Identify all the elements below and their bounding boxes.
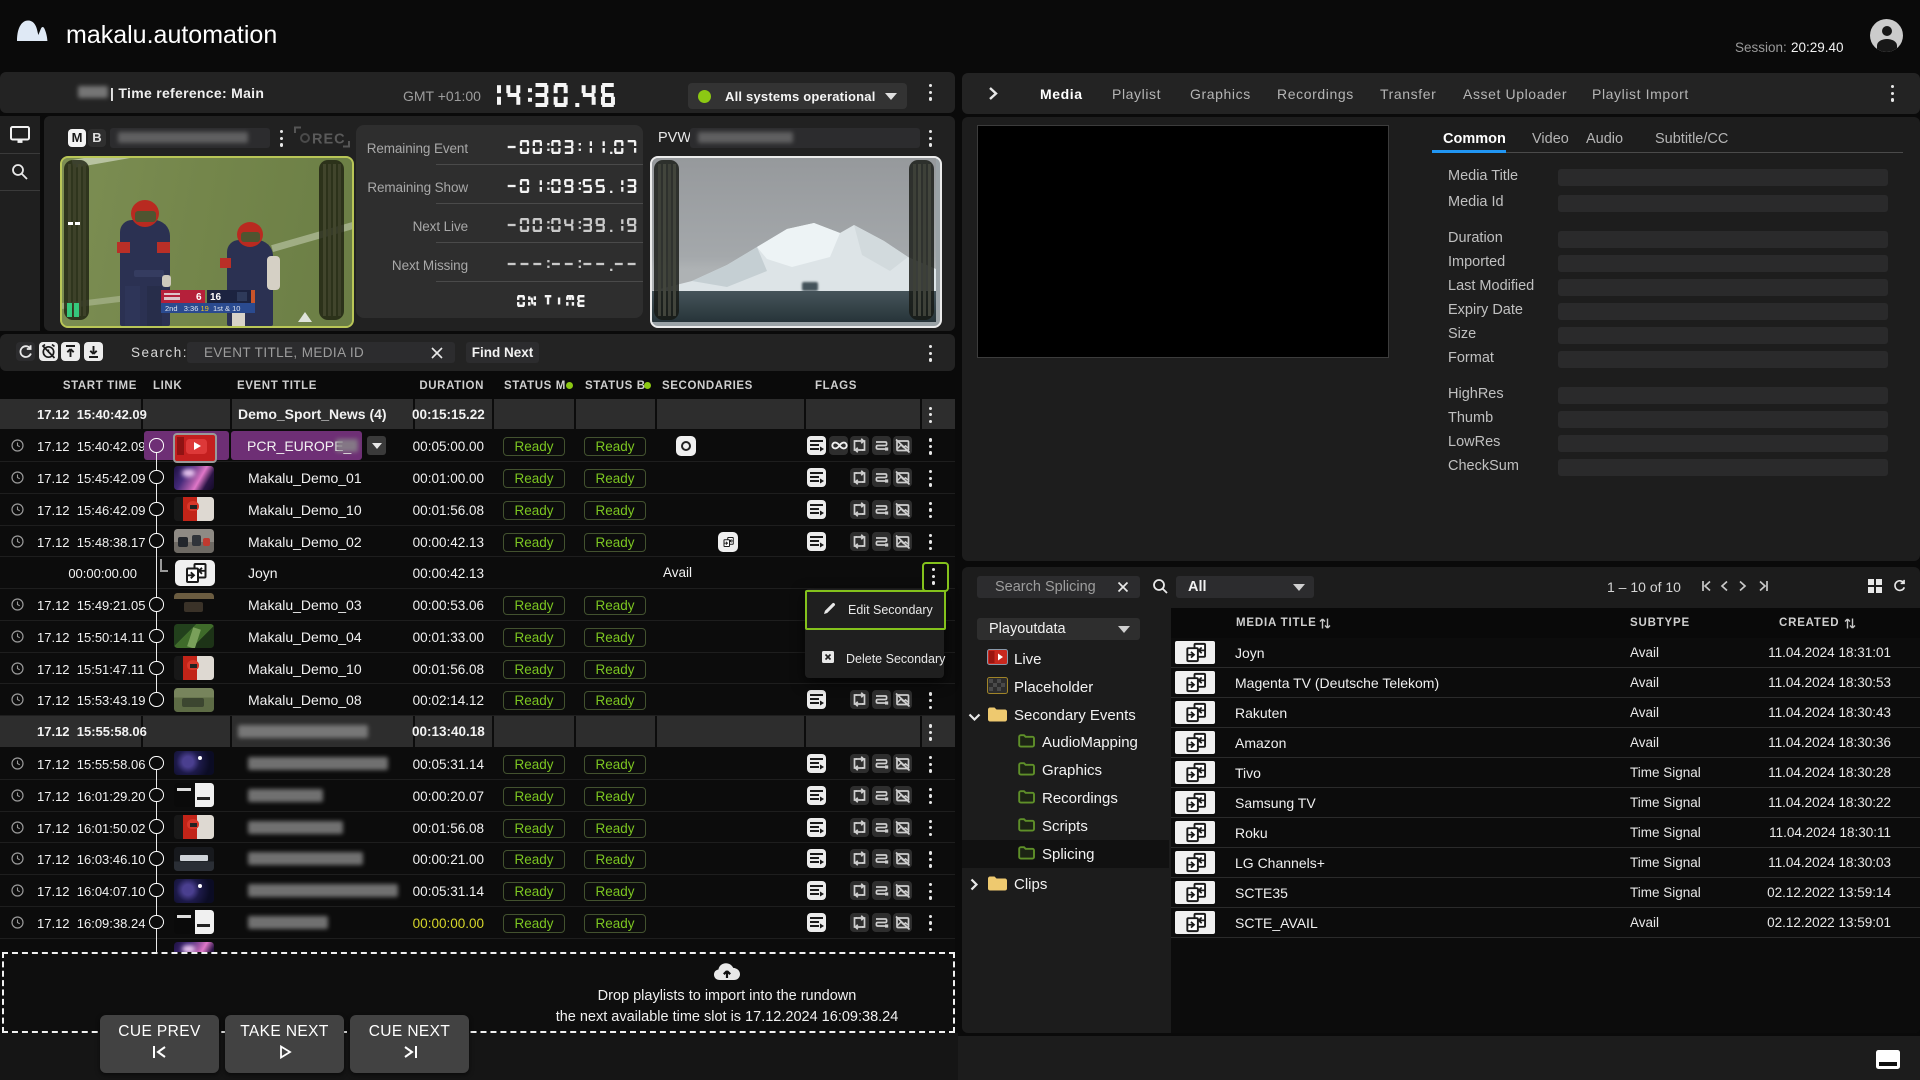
svg-text:REC: REC	[312, 132, 346, 148]
